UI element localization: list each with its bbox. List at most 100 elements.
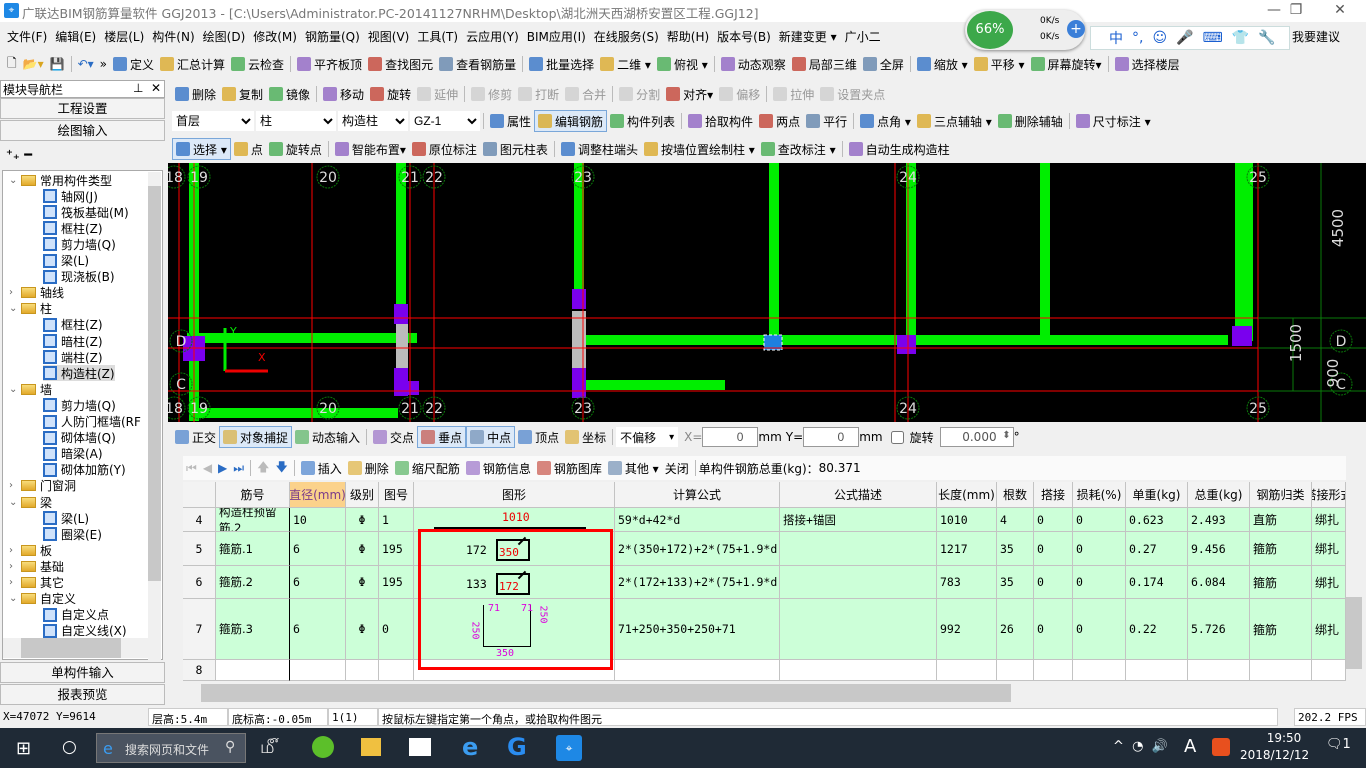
- chevron-down-icon[interactable]: ⌄: [9, 303, 21, 314]
- table-cell-d[interactable]: 6: [290, 532, 346, 566]
- last-record-icon[interactable]: ⏭: [230, 457, 247, 479]
- table-cell-lap_type[interactable]: 绑扎: [1312, 508, 1346, 532]
- ime-tool-5[interactable]: 👕: [1232, 30, 1249, 46]
- snap-toggle-7[interactable]: 坐标: [562, 426, 609, 448]
- edit-tool-button-6[interactable]: 修剪: [468, 83, 515, 105]
- draw-tool-button-4[interactable]: 原位标注: [409, 138, 480, 160]
- column-header[interactable]: 总重(kg): [1188, 482, 1250, 508]
- component-tool-button-7[interactable]: 三点辅轴 ▾: [914, 110, 995, 132]
- table-cell-grade[interactable]: Φ: [346, 599, 379, 660]
- mail-icon[interactable]: [409, 738, 431, 756]
- glodon-g-icon[interactable]: G: [507, 733, 527, 761]
- tree-folder[interactable]: › 门窗洞: [9, 478, 76, 494]
- table-cell-lap[interactable]: 0: [1034, 566, 1073, 599]
- x-offset-input[interactable]: [702, 427, 759, 447]
- tree-horizontal-scrollbar[interactable]: [3, 638, 148, 658]
- table-cell-len[interactable]: 1217: [937, 532, 997, 566]
- table-cell-len[interactable]: 1010: [937, 508, 997, 532]
- component-tool-button-9[interactable]: 尺寸标注 ▾: [1073, 110, 1154, 132]
- table-cell-grade[interactable]: Φ: [346, 566, 379, 599]
- edit-tool-button-10[interactable]: 对齐▾: [663, 83, 716, 105]
- column-header[interactable]: 图号: [379, 482, 414, 508]
- table-cell-shape[interactable]: 172 350: [414, 532, 615, 566]
- column-header[interactable]: 根数: [997, 482, 1034, 508]
- column-header[interactable]: 搭接: [1034, 482, 1073, 508]
- edit-tool-button-13[interactable]: 设置夹点: [817, 83, 888, 105]
- table-cell-lap_type[interactable]: 绑扎: [1312, 599, 1346, 660]
- component-tool-button-2[interactable]: 构件列表: [607, 110, 678, 132]
- draw-tool-button-2[interactable]: 旋转点: [266, 138, 325, 160]
- tree-folder[interactable]: › 板: [9, 542, 52, 558]
- menu-item-3[interactable]: 构件(N): [149, 28, 197, 45]
- ggj-app-icon[interactable]: ⌖: [556, 735, 582, 761]
- boost-icon[interactable]: +: [1067, 20, 1085, 38]
- column-header[interactable]: 损耗(%): [1073, 482, 1126, 508]
- table-tool-6[interactable]: 关闭: [662, 457, 692, 479]
- tree-folder[interactable]: › 基础: [9, 558, 64, 574]
- tree-folder[interactable]: › 轴线: [9, 285, 64, 301]
- edit-tool-button-9[interactable]: 分割: [616, 83, 663, 105]
- start-icon[interactable]: ⊞: [16, 738, 31, 759]
- main-tool-button-8[interactable]: 俯视 ▾: [654, 53, 711, 75]
- construction-column[interactable]: [897, 335, 916, 354]
- construction-column[interactable]: [572, 368, 586, 398]
- table-tool-0[interactable]: 插入: [298, 457, 345, 479]
- component-tool-button-0[interactable]: 属性: [487, 110, 534, 132]
- column-header[interactable]: 长度(mm): [937, 482, 997, 508]
- table-cell-count[interactable]: 35: [997, 566, 1034, 599]
- move-up-icon[interactable]: 🡅: [254, 457, 272, 479]
- snap-toggle-6[interactable]: 顶点: [515, 426, 562, 448]
- tree-folder[interactable]: ⌄ 柱: [9, 301, 52, 317]
- type-select[interactable]: 柱: [256, 111, 336, 131]
- table-cell-formula[interactable]: [615, 660, 780, 681]
- chevron-right-icon[interactable]: ›: [9, 561, 21, 572]
- single-component-input-button[interactable]: 单构件输入: [0, 662, 165, 683]
- table-cell-d[interactable]: 6: [290, 566, 346, 599]
- table-cell-desc[interactable]: 搭接+锚固: [780, 508, 937, 532]
- table-cell-d[interactable]: [290, 660, 346, 681]
- edit-tool-button-8[interactable]: 合并: [562, 83, 609, 105]
- snap-toggle-2[interactable]: 动态输入: [292, 426, 363, 448]
- table-cell-fig[interactable]: 1: [379, 508, 414, 532]
- menu-item-6[interactable]: 钢筋量(Q): [302, 28, 363, 45]
- open-folder-icon[interactable]: 📂▾: [20, 53, 47, 75]
- table-cell-count[interactable]: [997, 660, 1034, 681]
- chevron-right-icon[interactable]: ›: [9, 480, 21, 491]
- table-cell-shape[interactable]: 71 71 250 250 350: [414, 599, 615, 660]
- table-cell-name[interactable]: 箍筋.3: [216, 599, 290, 660]
- expand-collapse-all-icon[interactable]: ⁺₊ ━: [6, 148, 32, 163]
- column-header[interactable]: 钢筋归类: [1250, 482, 1312, 508]
- table-cell-name[interactable]: 箍筋.1: [216, 532, 290, 566]
- browser-360-icon[interactable]: [312, 736, 334, 758]
- tree-folder[interactable]: ⌄ 常用构件类型: [9, 172, 112, 188]
- edit-tool-button-4[interactable]: 旋转: [367, 83, 414, 105]
- row-number[interactable]: 4: [183, 508, 216, 532]
- main-tool-button-3[interactable]: 平齐板顶: [294, 53, 365, 75]
- edit-tool-button-7[interactable]: 打断: [515, 83, 562, 105]
- edit-tool-button-1[interactable]: 复制: [219, 83, 266, 105]
- table-cell-loss[interactable]: [1073, 660, 1126, 681]
- table-cell-len[interactable]: 992: [937, 599, 997, 660]
- table-vertical-scrollbar[interactable]: [1346, 482, 1362, 681]
- chevron-down-icon[interactable]: ⌄: [9, 497, 21, 508]
- menu-item-1[interactable]: 编辑(E): [52, 28, 99, 45]
- rotate-input[interactable]: 0.000 ⬍: [939, 427, 1014, 447]
- table-cell-cat[interactable]: 直筋: [1250, 508, 1312, 532]
- column-header[interactable]: 单重(kg): [1126, 482, 1188, 508]
- sogou-icon[interactable]: [1212, 738, 1230, 756]
- table-cell-loss[interactable]: 0: [1073, 566, 1126, 599]
- table-cell-unit_w[interactable]: 0.174: [1126, 566, 1188, 599]
- wall-segment[interactable]: [198, 408, 398, 418]
- tree-item[interactable]: 梁(L): [43, 510, 89, 526]
- chevron-right-icon[interactable]: ›: [9, 287, 21, 298]
- tree-item[interactable]: 剪力墙(Q): [43, 236, 116, 252]
- table-cell-count[interactable]: 35: [997, 532, 1034, 566]
- table-cell-loss[interactable]: 0: [1073, 532, 1126, 566]
- tree-item[interactable]: 砌体墙(Q): [43, 430, 116, 446]
- table-cell-total_w[interactable]: 5.726: [1188, 599, 1250, 660]
- table-cell-formula[interactable]: 2*(172+133)+2*(75+1.9*d): [615, 566, 780, 599]
- construction-column[interactable]: [394, 304, 408, 324]
- tree-item[interactable]: 框柱(Z): [43, 220, 103, 236]
- tree-item[interactable]: 框柱(Z): [43, 317, 103, 333]
- table-cell-total_w[interactable]: [1188, 660, 1250, 681]
